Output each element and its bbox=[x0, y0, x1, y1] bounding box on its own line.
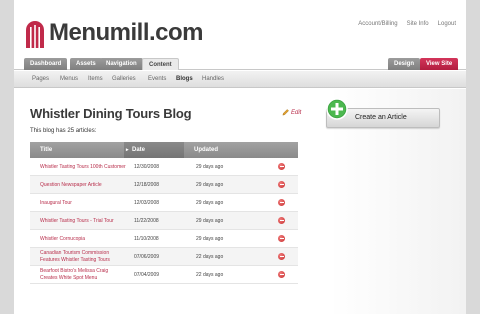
article-date: 12/03/2008 bbox=[134, 200, 160, 206]
subtab-menus[interactable]: Menus bbox=[60, 76, 78, 82]
article-date: 12/30/2008 bbox=[134, 164, 160, 170]
article-updated: 29 days ago bbox=[196, 218, 224, 224]
delete-icon[interactable] bbox=[278, 217, 285, 224]
tab-navigation[interactable]: Navigation bbox=[100, 58, 143, 70]
delete-icon[interactable] bbox=[278, 235, 285, 242]
subtab-galleries[interactable]: Galleries bbox=[112, 76, 136, 82]
table-row: Bearfoot Bistro's Melissa Craig Creates … bbox=[30, 266, 298, 284]
create-article-label: Create an Article bbox=[355, 114, 407, 121]
article-title-link[interactable]: Whistler Tasting Tours 100th Customer bbox=[40, 158, 126, 176]
subtab-handles[interactable]: Handles bbox=[202, 76, 224, 82]
col-updated-header[interactable]: Updated bbox=[194, 147, 218, 153]
subtab-items[interactable]: Items bbox=[88, 76, 103, 82]
col-title-header[interactable]: Title bbox=[40, 147, 52, 153]
delete-icon[interactable] bbox=[278, 253, 285, 260]
table-row: Whistler Tasting Tours 100th Customer 12/… bbox=[30, 158, 298, 176]
article-date: 11/22/2008 bbox=[134, 218, 159, 224]
page-title: Whistler Dining Tours Blog bbox=[30, 106, 192, 121]
edit-link[interactable]: Edit bbox=[282, 109, 301, 116]
table-row: Inaugural Tour 12/03/2008 29 days ago bbox=[30, 194, 298, 212]
article-title-link[interactable]: Whistler Cornucopia bbox=[40, 230, 126, 248]
page: Menumill.com Account/Billing Site Info L… bbox=[14, 0, 466, 314]
main-nav: Dashboard Assets Navigation Content Desi… bbox=[14, 56, 466, 70]
table-header: Title ▸ Date Updated bbox=[30, 142, 298, 158]
article-updated: 29 days ago bbox=[196, 236, 224, 242]
delete-icon[interactable] bbox=[278, 181, 285, 188]
delete-icon[interactable] bbox=[278, 199, 285, 206]
table-row: Canadian Tourism Commission Features Whi… bbox=[30, 248, 298, 266]
article-updated: 29 days ago bbox=[196, 164, 224, 170]
article-title-link[interactable]: Inaugural Tour bbox=[40, 194, 126, 212]
fork-logo-icon bbox=[26, 21, 44, 48]
edit-label: Edit bbox=[291, 109, 302, 116]
tab-dashboard[interactable]: Dashboard bbox=[24, 58, 68, 70]
logout-link[interactable]: Logout bbox=[438, 21, 456, 27]
delete-icon[interactable] bbox=[278, 163, 285, 170]
article-updated: 29 days ago bbox=[196, 200, 224, 206]
article-updated: 22 days ago bbox=[196, 254, 224, 260]
col-date-header[interactable]: Date bbox=[132, 147, 145, 153]
article-title-link[interactable]: Question Newspaper Article bbox=[40, 176, 126, 194]
site-info-link[interactable]: Site Info bbox=[407, 21, 429, 27]
plus-icon bbox=[326, 98, 348, 120]
table-row: Whistler Cornucopia 11/10/2008 29 days ago bbox=[30, 230, 298, 248]
table-row: Whistler Tasting Tours - Trial Tour 11/22… bbox=[30, 212, 298, 230]
article-date: 07/06/2009 bbox=[134, 254, 160, 260]
tab-design[interactable]: Design bbox=[388, 58, 421, 70]
article-date: 12/18/2008 bbox=[134, 182, 160, 188]
logo[interactable]: Menumill.com bbox=[24, 18, 204, 48]
article-title-link[interactable]: Whistler Tasting Tours - Trial Tour bbox=[40, 212, 126, 230]
pencil-icon bbox=[282, 109, 289, 116]
article-date: 07/04/2009 bbox=[134, 272, 160, 278]
tab-assets[interactable]: Assets bbox=[70, 58, 102, 70]
articles-table: Title ▸ Date Updated Whistler Tasting To… bbox=[30, 142, 298, 284]
top-links: Account/Billing Site Info Logout bbox=[358, 21, 456, 27]
sort-arrow-icon: ▸ bbox=[126, 147, 129, 153]
article-count: This blog has 25 articles: bbox=[30, 128, 97, 134]
subtab-events[interactable]: Events bbox=[148, 76, 166, 82]
article-updated: 29 days ago bbox=[196, 182, 224, 188]
article-date: 11/10/2008 bbox=[134, 236, 159, 242]
article-title-link[interactable]: Bearfoot Bistro's Melissa Craig Creates … bbox=[40, 266, 126, 284]
tab-content[interactable]: Content bbox=[142, 58, 179, 70]
subtab-blogs[interactable]: Blogs bbox=[176, 76, 193, 82]
brand-name: Menumill.com bbox=[49, 19, 204, 46]
account-billing-link[interactable]: Account/Billing bbox=[358, 21, 397, 27]
article-updated: 22 days ago bbox=[196, 272, 224, 278]
tab-view-site[interactable]: View Site bbox=[420, 58, 459, 70]
subtab-pages[interactable]: Pages bbox=[32, 76, 49, 82]
sub-nav: Pages Menus Items Galleries Events Blogs… bbox=[14, 71, 466, 88]
delete-icon[interactable] bbox=[278, 271, 285, 278]
article-title-link[interactable]: Canadian Tourism Commission Features Whi… bbox=[40, 248, 126, 266]
table-row: Question Newspaper Article 12/18/2008 29 d… bbox=[30, 176, 298, 194]
